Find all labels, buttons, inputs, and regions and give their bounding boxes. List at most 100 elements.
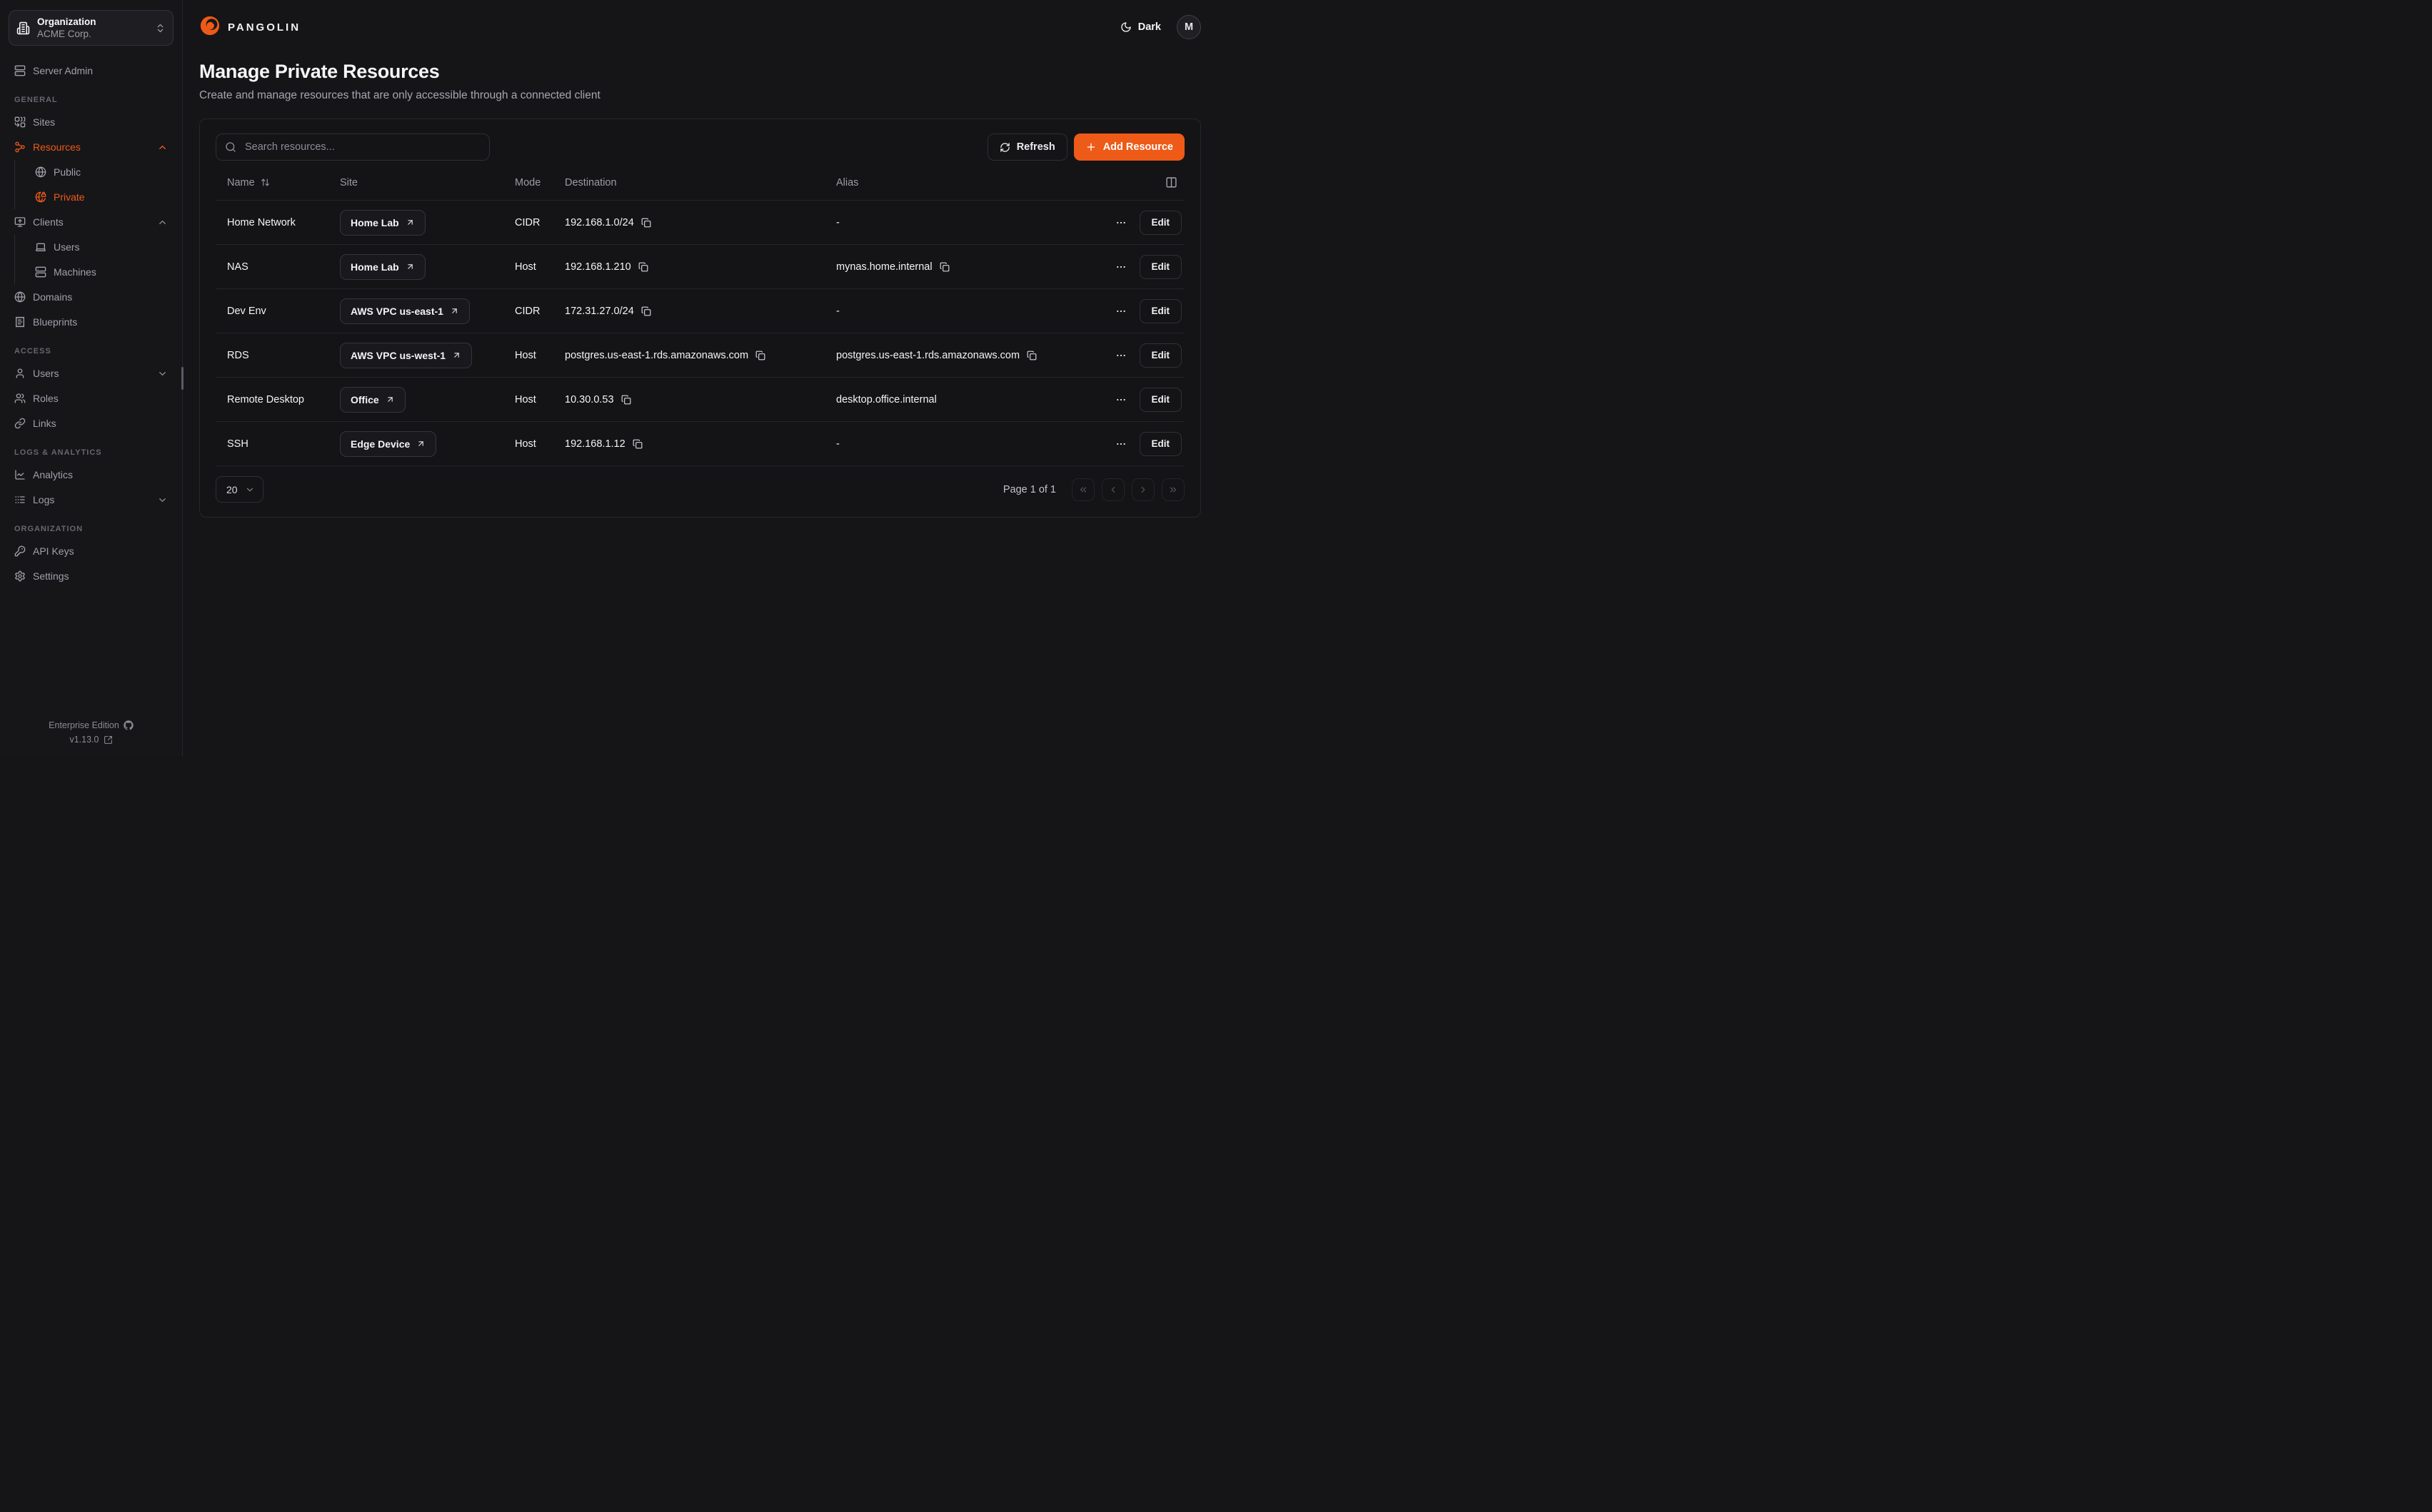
search-input[interactable] bbox=[243, 141, 481, 153]
resource-name: Remote Desktop bbox=[227, 394, 304, 405]
app-window: Organization ACME Corp. Server Admin GEN… bbox=[0, 0, 1216, 756]
page-size-select[interactable]: 20 bbox=[216, 476, 263, 503]
sidebar: Organization ACME Corp. Server Admin GEN… bbox=[0, 0, 183, 756]
site-name: Home Lab bbox=[351, 217, 399, 228]
site-link[interactable]: AWS VPC us-east-1 bbox=[340, 298, 470, 324]
copy-destination-button[interactable] bbox=[638, 262, 648, 272]
alias-value: - bbox=[836, 217, 840, 228]
site-link[interactable]: Office bbox=[340, 387, 406, 413]
sidebar-item-users[interactable]: Users bbox=[9, 361, 174, 385]
site-cell: Home Lab bbox=[328, 210, 503, 236]
site-link[interactable]: Edge Device bbox=[340, 431, 436, 457]
edit-button[interactable]: Edit bbox=[1140, 255, 1182, 279]
version-label: v1.13.0 bbox=[69, 735, 99, 745]
next-page-button[interactable] bbox=[1132, 478, 1155, 501]
edit-button[interactable]: Edit bbox=[1140, 299, 1182, 323]
table-row: RDS AWS VPC us-west-1 Host postgres.us-e… bbox=[216, 333, 1185, 378]
copy-destination-button[interactable] bbox=[633, 439, 643, 449]
name-cell: SSH bbox=[216, 438, 328, 450]
alias-cell: desktop.office.internal bbox=[825, 394, 1092, 405]
column-header-alias: Alias bbox=[825, 177, 1092, 188]
mode-value: Host bbox=[515, 261, 536, 273]
external-link-icon bbox=[104, 735, 113, 745]
arrow-up-right-icon bbox=[406, 262, 415, 271]
row-menu-button[interactable] bbox=[1115, 438, 1127, 450]
logs-icon bbox=[14, 494, 26, 505]
avatar[interactable]: M bbox=[1177, 15, 1201, 39]
org-selector[interactable]: Organization ACME Corp. bbox=[9, 10, 174, 46]
edit-button[interactable]: Edit bbox=[1140, 343, 1182, 368]
previous-page-button[interactable] bbox=[1102, 478, 1125, 501]
version-link[interactable]: v1.13.0 bbox=[0, 735, 182, 745]
destination-cell: 172.31.27.0/24 bbox=[553, 306, 825, 317]
add-resource-button[interactable]: Add Resource bbox=[1074, 133, 1185, 161]
theme-toggle[interactable]: Dark bbox=[1120, 21, 1161, 33]
sidebar-item-domains[interactable]: Domains bbox=[9, 285, 174, 309]
edit-button[interactable]: Edit bbox=[1140, 211, 1182, 235]
copy-destination-button[interactable] bbox=[755, 351, 765, 361]
site-link[interactable]: Home Lab bbox=[340, 210, 426, 236]
site-name: AWS VPC us-east-1 bbox=[351, 306, 443, 317]
copy-destination-button[interactable] bbox=[621, 395, 631, 405]
sidebar-resize-handle[interactable] bbox=[181, 367, 184, 390]
sidebar-item-client-users[interactable]: Users bbox=[15, 235, 174, 259]
alias-value: - bbox=[836, 438, 840, 450]
pagination-controls: Page 1 of 1 bbox=[1003, 478, 1185, 501]
edit-button[interactable]: Edit bbox=[1140, 388, 1182, 412]
sidebar-item-api-keys[interactable]: API Keys bbox=[9, 539, 174, 563]
row-menu-button[interactable] bbox=[1115, 217, 1127, 228]
edition-link[interactable]: Enterprise Edition bbox=[0, 720, 182, 730]
edit-button[interactable]: Edit bbox=[1140, 432, 1182, 456]
sidebar-item-machines[interactable]: Machines bbox=[15, 260, 174, 284]
sidebar-item-public[interactable]: Public bbox=[15, 160, 174, 184]
sidebar-item-links[interactable]: Links bbox=[9, 411, 174, 435]
mode-cell: CIDR bbox=[503, 306, 553, 317]
resource-name: Dev Env bbox=[227, 306, 266, 317]
refresh-button[interactable]: Refresh bbox=[988, 133, 1067, 161]
sidebar-item-resources[interactable]: Resources bbox=[9, 135, 174, 159]
table-row: Remote Desktop Office Host 10.30.0.53 de… bbox=[216, 378, 1185, 422]
sidebar-item-label: Roles bbox=[33, 393, 59, 404]
theme-label: Dark bbox=[1138, 21, 1161, 33]
sidebar-item-clients[interactable]: Clients bbox=[9, 210, 174, 234]
sidebar-item-private[interactable]: Private bbox=[15, 185, 174, 209]
sidebar-item-server-admin[interactable]: Server Admin bbox=[9, 59, 174, 83]
first-page-button[interactable] bbox=[1072, 478, 1095, 501]
last-page-button[interactable] bbox=[1162, 478, 1185, 501]
site-name: AWS VPC us-west-1 bbox=[351, 350, 446, 361]
row-menu-button[interactable] bbox=[1115, 261, 1127, 273]
destination-value: postgres.us-east-1.rds.amazonaws.com bbox=[565, 350, 748, 361]
sidebar-item-analytics[interactable]: Analytics bbox=[9, 463, 174, 487]
site-link[interactable]: AWS VPC us-west-1 bbox=[340, 343, 472, 368]
sidebar-item-label: Users bbox=[33, 368, 59, 379]
sidebar-item-blueprints[interactable]: Blueprints bbox=[9, 310, 174, 334]
plus-icon bbox=[1085, 141, 1097, 153]
site-link[interactable]: Home Lab bbox=[340, 254, 426, 280]
row-menu-button[interactable] bbox=[1115, 306, 1127, 317]
resource-name: RDS bbox=[227, 350, 249, 361]
copy-destination-button[interactable] bbox=[641, 218, 651, 228]
org-selector-label: Organization bbox=[37, 16, 96, 27]
column-visibility-button[interactable] bbox=[1092, 176, 1185, 188]
column-label: Name bbox=[227, 177, 255, 188]
column-header-name[interactable]: Name bbox=[216, 177, 328, 188]
row-menu-button[interactable] bbox=[1115, 350, 1127, 361]
github-icon bbox=[124, 720, 134, 730]
search-box bbox=[216, 133, 490, 161]
chevron-up-icon bbox=[157, 217, 168, 228]
brand-name: PANGOLIN bbox=[228, 21, 301, 34]
sidebar-item-sites[interactable]: Sites bbox=[9, 110, 174, 134]
sidebar-item-logs[interactable]: Logs bbox=[9, 488, 174, 512]
copy-alias-button[interactable] bbox=[1027, 351, 1037, 361]
server-icon bbox=[14, 65, 26, 76]
copy-destination-button[interactable] bbox=[641, 306, 651, 316]
monitor-up-icon bbox=[14, 216, 26, 228]
moon-icon bbox=[1120, 21, 1132, 33]
sidebar-item-label: Sites bbox=[33, 116, 55, 128]
server-icon bbox=[35, 266, 46, 278]
copy-alias-button[interactable] bbox=[940, 262, 950, 272]
row-menu-button[interactable] bbox=[1115, 394, 1127, 405]
sidebar-item-roles[interactable]: Roles bbox=[9, 386, 174, 410]
sidebar-item-settings[interactable]: Settings bbox=[9, 564, 174, 588]
alias-value: desktop.office.internal bbox=[836, 394, 937, 405]
